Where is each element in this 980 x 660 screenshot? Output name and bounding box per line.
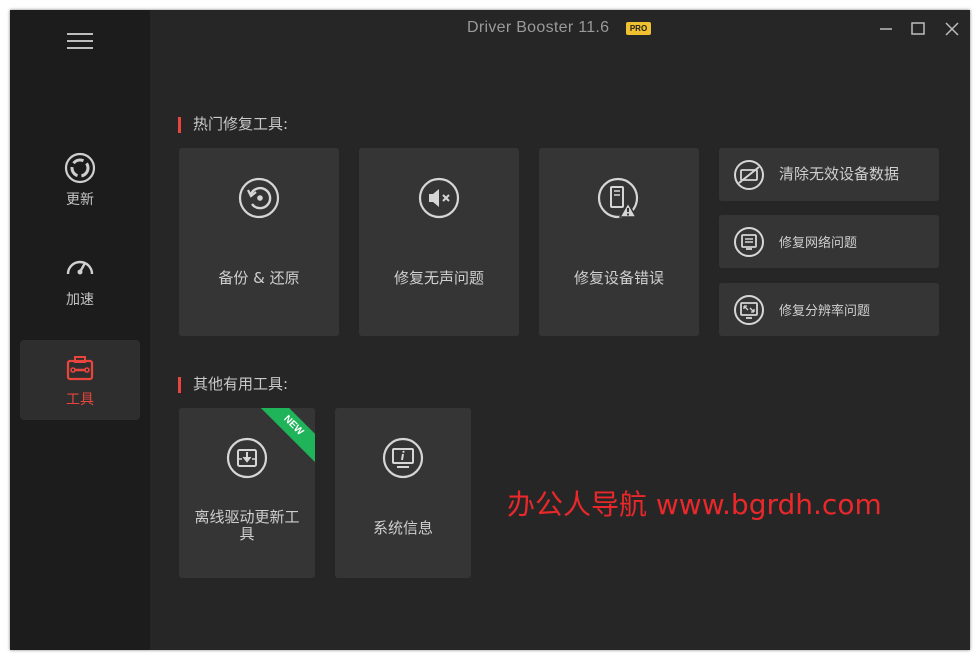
sidebar-item-label: 工具 (66, 392, 94, 408)
offline-driver-update-card[interactable]: NEW 离线驱动更新工具 (179, 408, 315, 578)
sidebar-item-label: 加速 (66, 292, 94, 308)
pro-badge: PRO (626, 22, 651, 35)
section-title-hot-tools: 热门修复工具: (178, 117, 288, 133)
backup-restore-card[interactable]: 备份 & 还原 (179, 148, 339, 336)
fix-network-button[interactable]: 修复网络问题 (719, 215, 939, 268)
offline-download-icon (226, 437, 268, 479)
card-label: 修复网络问题 (779, 236, 858, 251)
maximize-icon[interactable] (907, 18, 929, 40)
app-window: 更新 加速 工具 Driver Booster 11.6 PRO 热门修复工具:… (10, 10, 970, 650)
card-label: 离线驱动更新工具 (194, 508, 300, 543)
sidebar-item-label: 更新 (66, 192, 94, 208)
section-title-other-tools: 其他有用工具: (178, 377, 288, 393)
card-label: 备份 & 还原 (218, 269, 300, 287)
network-icon (734, 227, 764, 257)
device-error-icon (597, 177, 639, 219)
backup-restore-icon (238, 177, 280, 219)
refresh-icon (64, 152, 96, 184)
fix-resolution-button[interactable]: 修复分辨率问题 (719, 283, 939, 336)
card-label: 修复无声问题 (393, 269, 484, 287)
sidebar-item-update[interactable]: 更新 (20, 140, 140, 220)
fix-no-sound-card[interactable]: 修复无声问题 (359, 148, 519, 336)
card-label: 系统信息 (372, 519, 433, 537)
fix-device-error-card[interactable]: 修复设备错误 (539, 148, 699, 336)
card-label: 修复设备错误 (573, 269, 664, 287)
sidebar: 更新 加速 工具 (10, 10, 150, 650)
title-bar: Driver Booster 11.6 PRO (150, 10, 970, 48)
minimize-icon[interactable] (875, 18, 897, 40)
mute-speaker-icon (418, 177, 460, 219)
sidebar-item-speedup[interactable]: 加速 (20, 240, 140, 320)
toolbox-icon (66, 356, 94, 381)
clean-device-data-button[interactable]: 清除无效设备数据 (719, 148, 939, 201)
watermark-text: 办公人导航 www.bgrdh.com (507, 488, 882, 521)
resolution-icon (734, 295, 764, 325)
speedometer-icon (66, 260, 94, 275)
app-title: Driver Booster 11.6 (467, 19, 610, 36)
card-label: 修复分辨率问题 (779, 304, 871, 319)
card-label: 清除无效设备数据 (779, 165, 900, 183)
system-info-icon (382, 437, 424, 479)
sidebar-item-tools[interactable]: 工具 (20, 340, 140, 420)
clean-device-data-icon (734, 160, 764, 190)
hamburger-menu-icon[interactable] (67, 33, 93, 51)
system-info-card[interactable]: 系统信息 (335, 408, 471, 578)
close-icon[interactable] (941, 18, 963, 40)
